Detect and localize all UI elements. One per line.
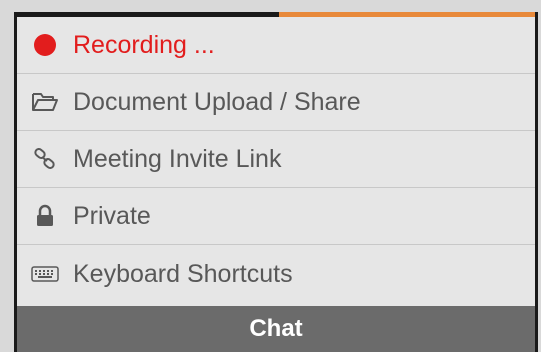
menu-item-private[interactable]: Private (17, 188, 535, 245)
record-dot-icon (31, 31, 59, 59)
options-menu: Recording ... Document Upload / Share Me… (17, 17, 535, 306)
menu-item-label: Meeting Invite Link (73, 144, 282, 173)
menu-item-label: Private (73, 201, 151, 230)
menu-item-label: Recording ... (73, 30, 215, 59)
menu-item-invite-link[interactable]: Meeting Invite Link (17, 131, 535, 188)
options-panel: Recording ... Document Upload / Share Me… (14, 12, 538, 352)
folder-open-icon (31, 88, 59, 116)
link-icon (31, 145, 59, 173)
menu-item-keyboard-shortcuts[interactable]: Keyboard Shortcuts (17, 245, 535, 303)
menu-item-label: Document Upload / Share (73, 87, 361, 116)
menu-item-document-upload[interactable]: Document Upload / Share (17, 74, 535, 131)
chat-button[interactable]: Chat (17, 306, 535, 352)
keyboard-icon (31, 260, 59, 288)
menu-item-recording[interactable]: Recording ... (17, 17, 535, 74)
lock-icon (31, 202, 59, 230)
menu-item-label: Keyboard Shortcuts (73, 259, 293, 288)
chat-label: Chat (249, 315, 303, 342)
